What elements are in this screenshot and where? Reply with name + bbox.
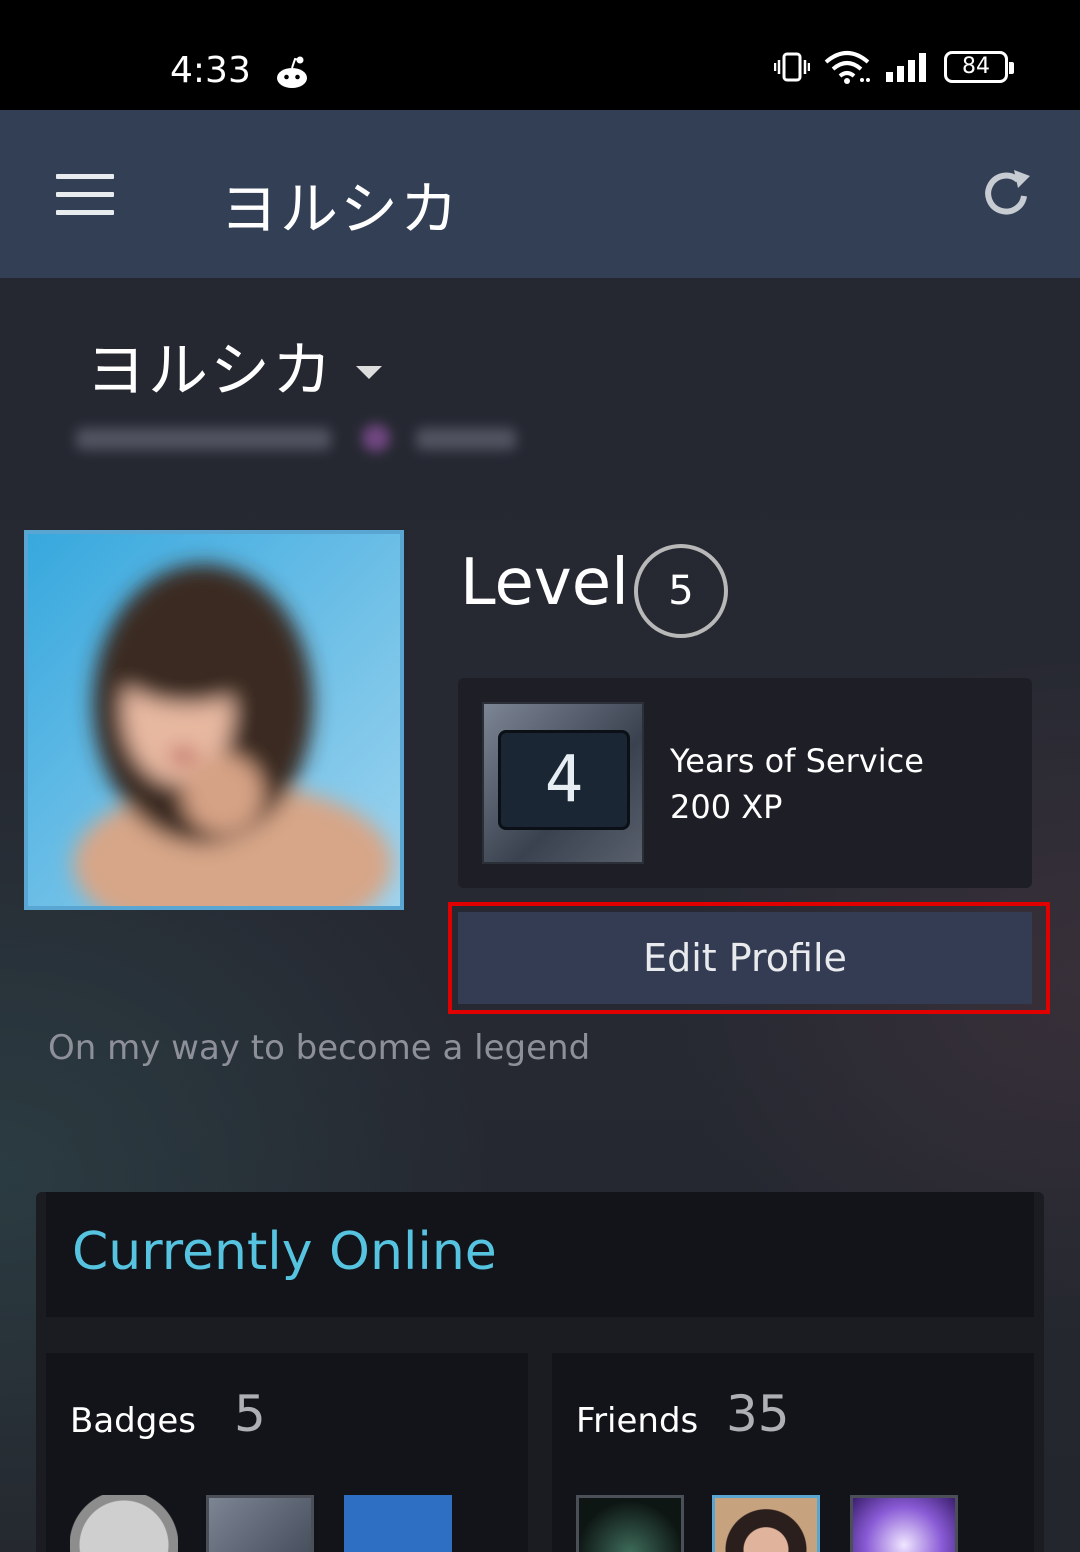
wifi-icon [824, 51, 870, 84]
years-of-service-badge-icon: 4 [482, 702, 644, 864]
app-bar-title: ヨルシカ [220, 175, 461, 243]
profile-summary: On my way to become a legend [48, 1028, 591, 1068]
level-badge: 5 [634, 544, 728, 638]
hamburger-menu-icon[interactable] [56, 174, 114, 216]
chevron-down-icon[interactable] [356, 366, 382, 379]
avatar-image [28, 534, 400, 906]
friend-avatar[interactable] [850, 1495, 958, 1552]
status-bar: 4:33 84 [0, 0, 1080, 110]
badge-number: 4 [498, 730, 630, 830]
vibrate-icon [774, 52, 810, 82]
profile-showcase: Currently Online Badges 5 Friends 35 [36, 1192, 1044, 1552]
friends-label: Friends [576, 1401, 699, 1441]
online-status-box: Currently Online [46, 1192, 1034, 1317]
badge-xp: 200 XP [670, 788, 783, 826]
badge-thumb-blue-icon[interactable] [344, 1495, 452, 1552]
friend-avatar[interactable] [712, 1495, 820, 1552]
friends-panel[interactable]: Friends 35 [552, 1353, 1034, 1552]
badge-thumb-service-icon[interactable] [206, 1495, 314, 1552]
badges-count: 5 [234, 1385, 266, 1443]
level-label: Level [460, 546, 629, 620]
blurred-status-line [76, 424, 516, 452]
app-bar: ヨルシカ [0, 110, 1080, 278]
profile-content: ヨルシカ Level 5 4 Years of Service 200 XP E… [0, 278, 1080, 1552]
badge-thumb-coin-icon[interactable] [70, 1495, 178, 1552]
edit-profile-button[interactable]: Edit Profile [458, 912, 1032, 1004]
status-icons: 84 [774, 50, 1014, 84]
badges-panel[interactable]: Badges 5 [46, 1353, 528, 1552]
badge-title: Years of Service [670, 742, 924, 780]
badges-label: Badges [70, 1401, 196, 1441]
online-status: Currently Online [72, 1222, 497, 1282]
avatar[interactable] [24, 530, 404, 910]
reddit-notification-icon [277, 56, 307, 88]
status-time: 4:33 [170, 50, 251, 91]
signal-icon [886, 53, 926, 82]
friends-count: 35 [726, 1385, 790, 1443]
battery-icon: 84 [944, 51, 1014, 83]
refresh-icon[interactable] [980, 166, 1036, 222]
friend-avatar[interactable] [576, 1495, 684, 1552]
profile-name[interactable]: ヨルシカ [86, 322, 334, 409]
featured-badge-card[interactable]: 4 Years of Service 200 XP [458, 678, 1032, 888]
